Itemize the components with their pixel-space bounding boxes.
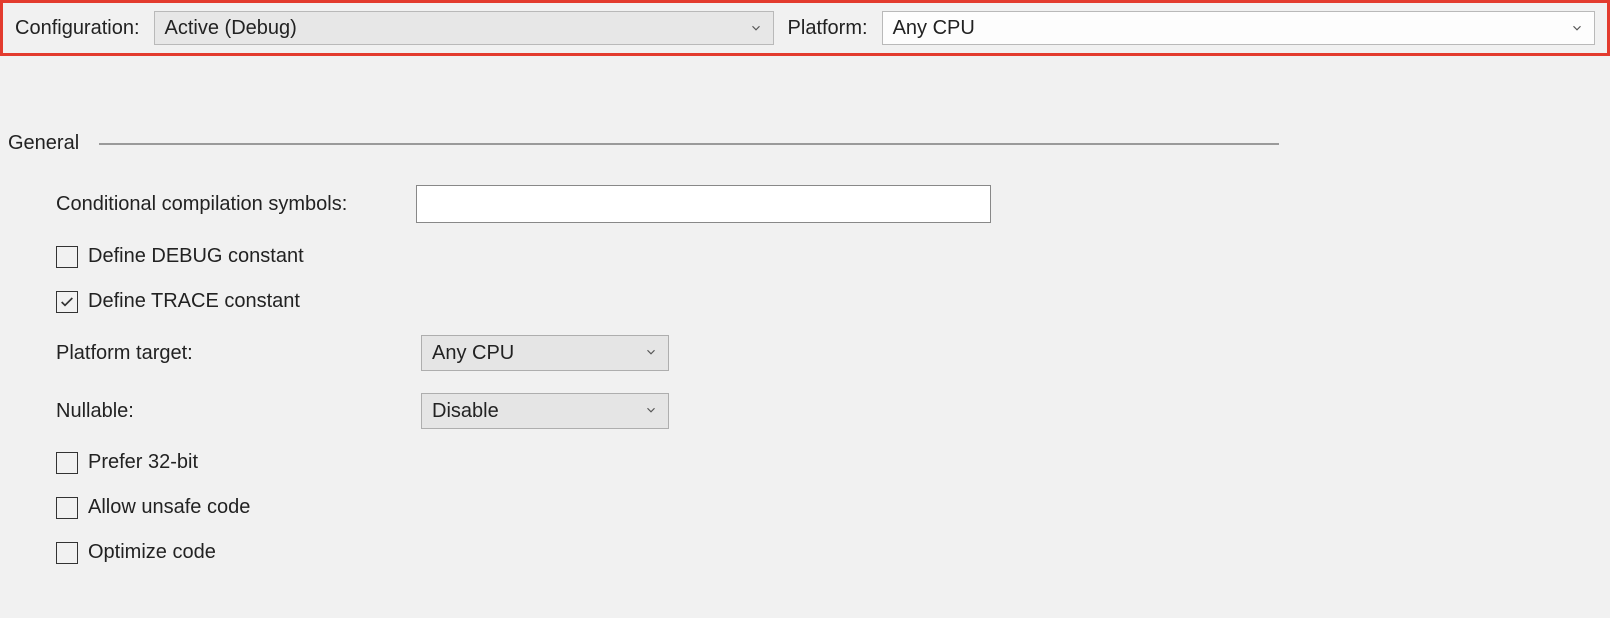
row-allow-unsafe: Allow unsafe code (56, 496, 1610, 519)
chevron-down-icon (644, 342, 658, 365)
row-nullable: Nullable: Disable (56, 393, 1610, 429)
define-debug-label: Define DEBUG constant (88, 245, 304, 268)
configuration-dropdown[interactable]: Active (Debug) (154, 11, 774, 45)
row-conditional-symbols: Conditional compilation symbols: (56, 185, 1610, 223)
platform-value: Any CPU (893, 17, 975, 40)
conditional-symbols-label: Conditional compilation symbols: (56, 193, 416, 216)
build-settings-panel: General Conditional compilation symbols:… (0, 56, 1610, 564)
define-trace-checkbox[interactable] (56, 291, 78, 313)
allow-unsafe-checkbox[interactable] (56, 497, 78, 519)
row-define-debug: Define DEBUG constant (56, 245, 1610, 268)
section-header-general: General (8, 132, 1610, 155)
nullable-dropdown[interactable]: Disable (421, 393, 669, 429)
define-trace-label: Define TRACE constant (88, 290, 300, 313)
platform-target-value: Any CPU (432, 342, 514, 365)
row-optimize-code: Optimize code (56, 541, 1610, 564)
conditional-symbols-input[interactable] (416, 185, 991, 223)
prefer-32bit-checkbox[interactable] (56, 452, 78, 474)
allow-unsafe-label: Allow unsafe code (88, 496, 250, 519)
configuration-value: Active (Debug) (165, 17, 297, 40)
section-title: General (8, 132, 79, 155)
optimize-code-label: Optimize code (88, 541, 216, 564)
chevron-down-icon (644, 400, 658, 423)
platform-label: Platform: (788, 17, 868, 40)
platform-target-label: Platform target: (56, 342, 421, 365)
row-platform-target: Platform target: Any CPU (56, 335, 1610, 371)
nullable-value: Disable (432, 400, 499, 423)
chevron-down-icon (1570, 21, 1584, 35)
prefer-32bit-label: Prefer 32-bit (88, 451, 198, 474)
nullable-label: Nullable: (56, 400, 421, 423)
define-debug-checkbox[interactable] (56, 246, 78, 268)
optimize-code-checkbox[interactable] (56, 542, 78, 564)
platform-dropdown[interactable]: Any CPU (882, 11, 1595, 45)
configuration-label: Configuration: (15, 17, 140, 40)
general-form: Conditional compilation symbols: Define … (8, 185, 1610, 564)
chevron-down-icon (749, 21, 763, 35)
row-define-trace: Define TRACE constant (56, 290, 1610, 313)
section-divider (99, 143, 1279, 145)
row-prefer-32bit: Prefer 32-bit (56, 451, 1610, 474)
platform-target-dropdown[interactable]: Any CPU (421, 335, 669, 371)
config-platform-bar: Configuration: Active (Debug) Platform: … (0, 0, 1610, 56)
